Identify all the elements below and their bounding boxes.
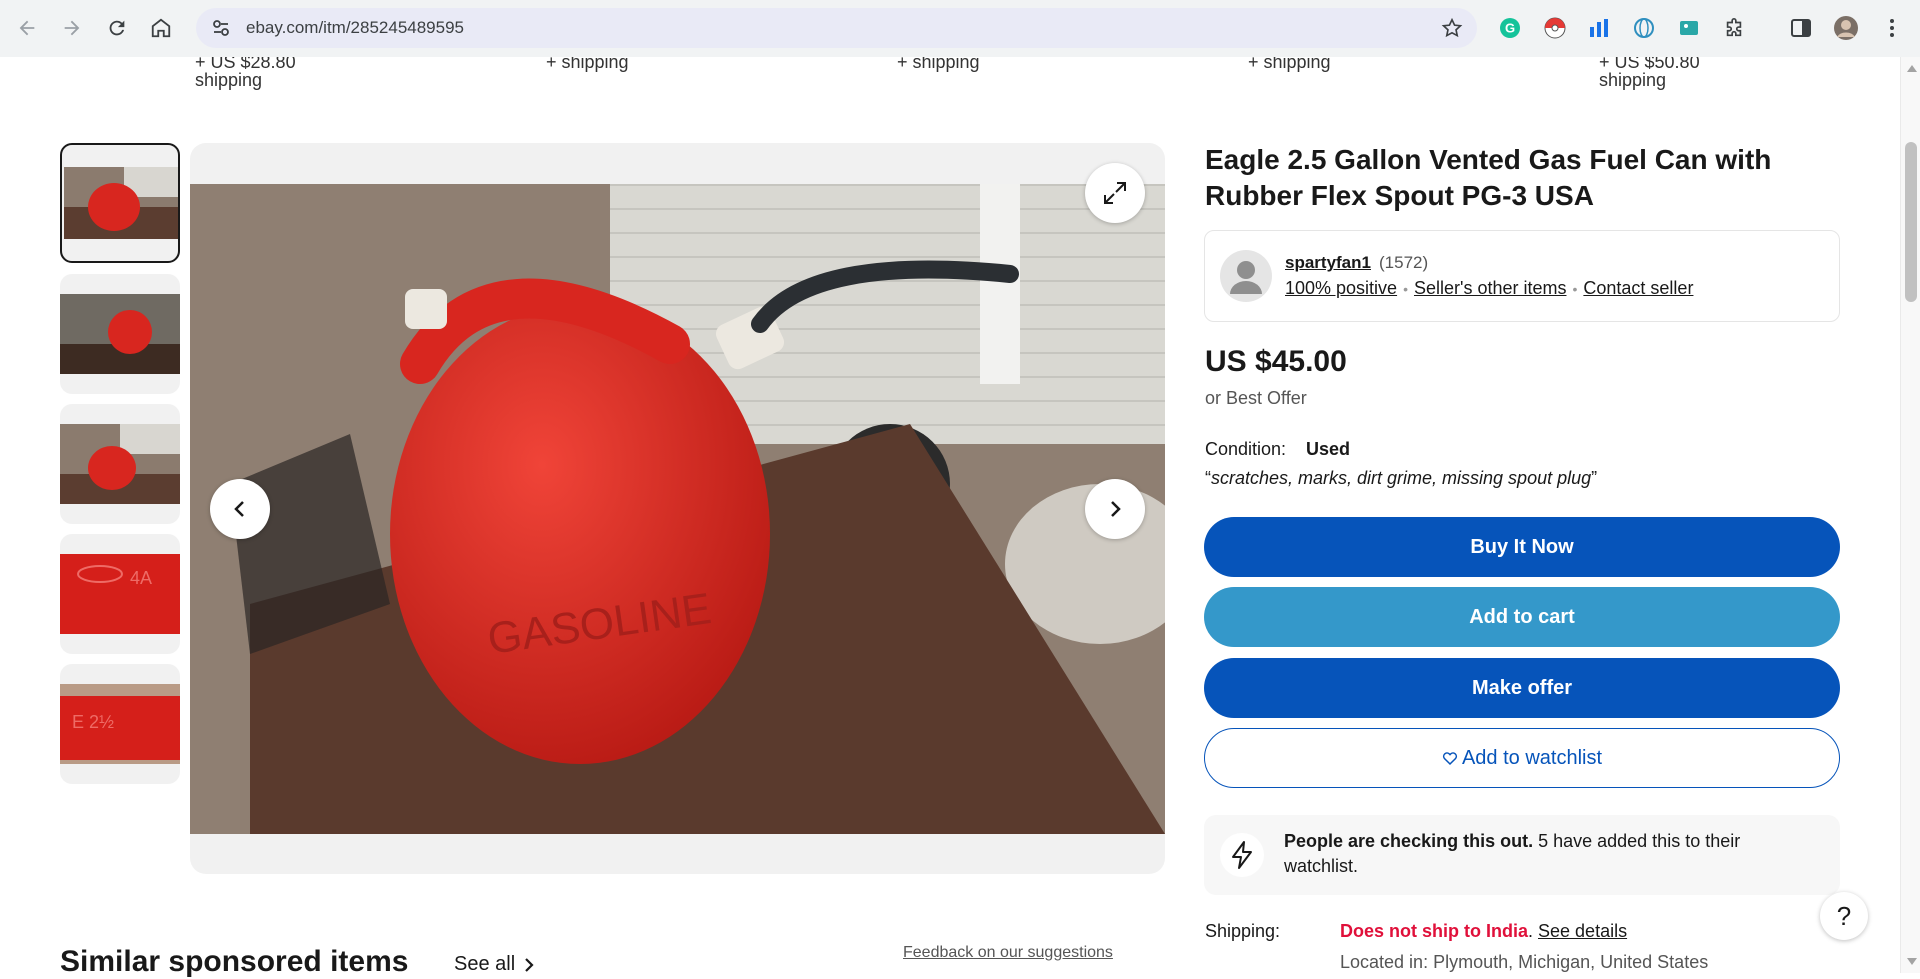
watchers-alert-text: People are checking this out. 5 have add… — [1284, 829, 1814, 879]
help-button[interactable]: ? — [1820, 892, 1868, 940]
scroll-up-arrow-icon[interactable] — [1907, 65, 1917, 72]
related-item-shipping: + US $28.80 shipping — [195, 57, 296, 89]
condition-label: Condition: — [1205, 439, 1287, 459]
extensions-puzzle-icon[interactable] — [1720, 14, 1748, 42]
next-image-button[interactable] — [1085, 479, 1145, 539]
condition-note-text: scratches, marks, dirt grime, missing sp… — [1211, 468, 1592, 488]
scrollbar-thumb[interactable] — [1905, 142, 1917, 302]
address-bar[interactable]: ebay.com/itm/285245489595 — [196, 8, 1477, 48]
thumbnail-2[interactable] — [60, 274, 180, 394]
product-photo[interactable]: GASOLINE — [190, 184, 1165, 834]
watchers-alert: People are checking this out. 5 have add… — [1204, 815, 1840, 895]
main-image-frame: GASOLINE — [190, 143, 1165, 874]
item-price: US $45.00 — [1205, 345, 1347, 378]
related-item-shipping: + US $50.80 shipping — [1599, 57, 1700, 89]
separator-dot: • — [1403, 280, 1408, 297]
profile-avatar-icon[interactable] — [1832, 14, 1860, 42]
similar-items-heading: Similar sponsored items — [60, 945, 409, 978]
seller-name-link[interactable]: spartyfan1 — [1285, 253, 1371, 273]
chevron-left-icon — [234, 501, 244, 517]
seller-other-items-link[interactable]: Seller's other items — [1414, 278, 1567, 299]
seller-links: 100% positive • Seller's other items • C… — [1285, 278, 1693, 299]
chevron-right-icon — [525, 957, 534, 972]
chevron-right-icon — [1111, 501, 1121, 517]
best-offer-label: or Best Offer — [1205, 388, 1307, 408]
home-icon[interactable] — [139, 6, 183, 50]
shipping-value: Does not ship to India. See details — [1340, 921, 1628, 941]
make-offer-button[interactable]: Make offer — [1204, 658, 1840, 718]
grammarly-icon[interactable]: G — [1496, 14, 1524, 42]
add-to-watchlist-label: Add to watchlist — [1461, 746, 1603, 769]
thumbnail-5[interactable]: E 2½ — [60, 664, 180, 784]
add-to-cart-button[interactable]: Add to cart — [1204, 587, 1840, 647]
shipping-price: + shipping — [546, 57, 629, 72]
separator-dot: • — [1572, 280, 1578, 297]
feedback-on-suggestions-link[interactable]: Feedback on our suggestions — [903, 944, 1113, 962]
seller-card: spartyfan1 (1572) 100% positive • Seller… — [1204, 230, 1840, 322]
thumbnail-1[interactable] — [60, 143, 180, 263]
add-to-watchlist-button[interactable]: Add to watchlist — [1204, 728, 1840, 788]
pokeball-icon[interactable] — [1541, 14, 1569, 42]
lightning-icon — [1220, 833, 1264, 877]
positive-feedback-link[interactable]: 100% positive — [1285, 278, 1397, 299]
shipping-label: Shipping: — [1205, 921, 1281, 941]
item-title: Eagle 2.5 Gallon Vented Gas Fuel Can wit… — [1205, 144, 1772, 211]
related-item-shipping: + shipping — [1248, 57, 1331, 71]
expand-icon — [1104, 182, 1126, 204]
menu-kebab-icon[interactable] — [1878, 14, 1906, 42]
related-item-shipping: + shipping — [546, 57, 629, 71]
shipping-price: + US $28.80 — [195, 57, 296, 72]
svg-text:G: G — [1505, 21, 1515, 36]
shipping-warning: Does not ship to India — [1340, 921, 1528, 941]
back-icon[interactable] — [5, 6, 49, 50]
fullscreen-button[interactable] — [1085, 163, 1145, 223]
globe-icon[interactable] — [1630, 14, 1658, 42]
buy-it-now-button[interactable]: Buy It Now — [1204, 517, 1840, 577]
item-location: Located in: Plymouth, Michigan, United S… — [1340, 952, 1709, 972]
url-text: ebay.com/itm/285245489595 — [246, 18, 465, 37]
scroll-down-arrow-icon[interactable] — [1907, 958, 1917, 965]
thumbnail-4[interactable]: 4A — [60, 534, 180, 654]
contact-seller-link[interactable]: Contact seller — [1583, 278, 1693, 299]
previous-image-button[interactable] — [210, 479, 270, 539]
alert-bold-text: People are checking this out. — [1284, 831, 1534, 851]
see-details-link[interactable]: See details — [1538, 921, 1627, 941]
svg-text:4A: 4A — [130, 568, 152, 588]
side-panel-icon[interactable] — [1787, 14, 1815, 42]
analytics-icon[interactable] — [1585, 14, 1613, 42]
thumbnail-3[interactable] — [60, 404, 180, 524]
browser-toolbar: ebay.com/itm/285245489595 G — [0, 0, 1920, 57]
bookmark-star-icon[interactable] — [1441, 17, 1463, 39]
heart-icon — [1442, 752, 1457, 766]
forward-icon[interactable] — [50, 6, 94, 50]
shipping-price: + US $50.80 — [1599, 57, 1700, 72]
image-extension-icon[interactable] — [1675, 14, 1703, 42]
site-settings-icon[interactable] — [208, 15, 234, 41]
shipping-label: shipping — [1599, 70, 1667, 90]
page-scrollbar[interactable] — [1900, 57, 1920, 973]
shipping-label: shipping — [195, 70, 263, 90]
condition-note: “scratches, marks, dirt grime, missing s… — [1205, 468, 1598, 488]
svg-text:E 2½: E 2½ — [72, 712, 114, 732]
related-item-shipping: + shipping — [897, 57, 980, 71]
seller-feedback-score: (1572) — [1379, 253, 1429, 272]
seller-avatar[interactable] — [1220, 250, 1272, 302]
condition-value: Used — [1306, 439, 1351, 459]
shipping-price: + shipping — [1248, 57, 1331, 72]
shipping-price: + shipping — [897, 57, 980, 72]
reload-icon[interactable] — [95, 6, 139, 50]
